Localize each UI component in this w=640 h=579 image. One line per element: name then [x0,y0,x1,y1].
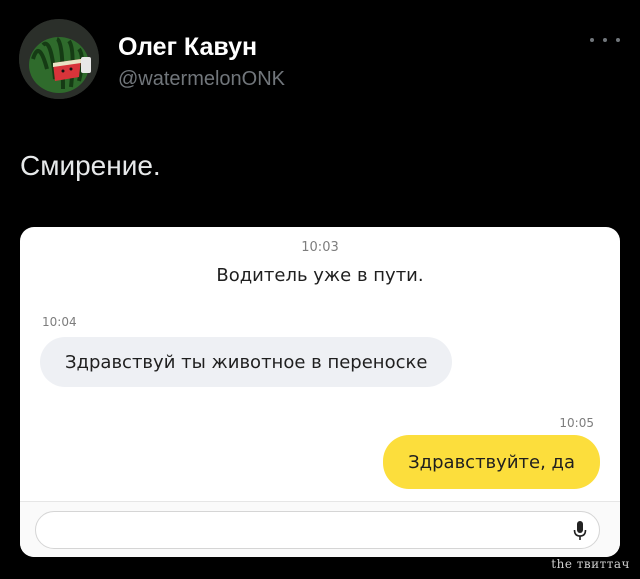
author-avatar[interactable] [19,19,99,99]
more-dot [616,38,620,42]
author-name[interactable]: Олег Кавун [118,33,257,62]
tweet-text: Смирение. [20,150,161,181]
microphone-icon[interactable] [573,520,587,542]
more-options-icon[interactable] [590,32,620,48]
system-message-time: 10:03 [301,240,339,255]
author-handle[interactable]: @watermelonONK [118,68,285,91]
system-message: Водитель уже в пути. [216,265,424,286]
outgoing-message-bubble: Здравствуйте, да [383,435,600,489]
outgoing-message-text: Здравствуйте, да [408,451,575,473]
incoming-message-time: 10:04 [42,315,77,329]
more-dot [603,38,607,42]
watermark: the твиттач [551,557,630,571]
message-input-bar [20,501,620,557]
message-input[interactable] [35,511,600,549]
more-dot [590,38,594,42]
watermelon-avatar-icon [19,19,99,99]
outgoing-message-time: 10:05 [559,416,594,430]
incoming-message-bubble: Здравствуй ты животное в переноске [40,337,453,387]
incoming-message-text: Здравствуй ты животное в переноске [65,351,428,373]
attached-chat-screenshot[interactable]: 10:03 Водитель уже в пути. 10:04 Здравст… [20,227,620,557]
